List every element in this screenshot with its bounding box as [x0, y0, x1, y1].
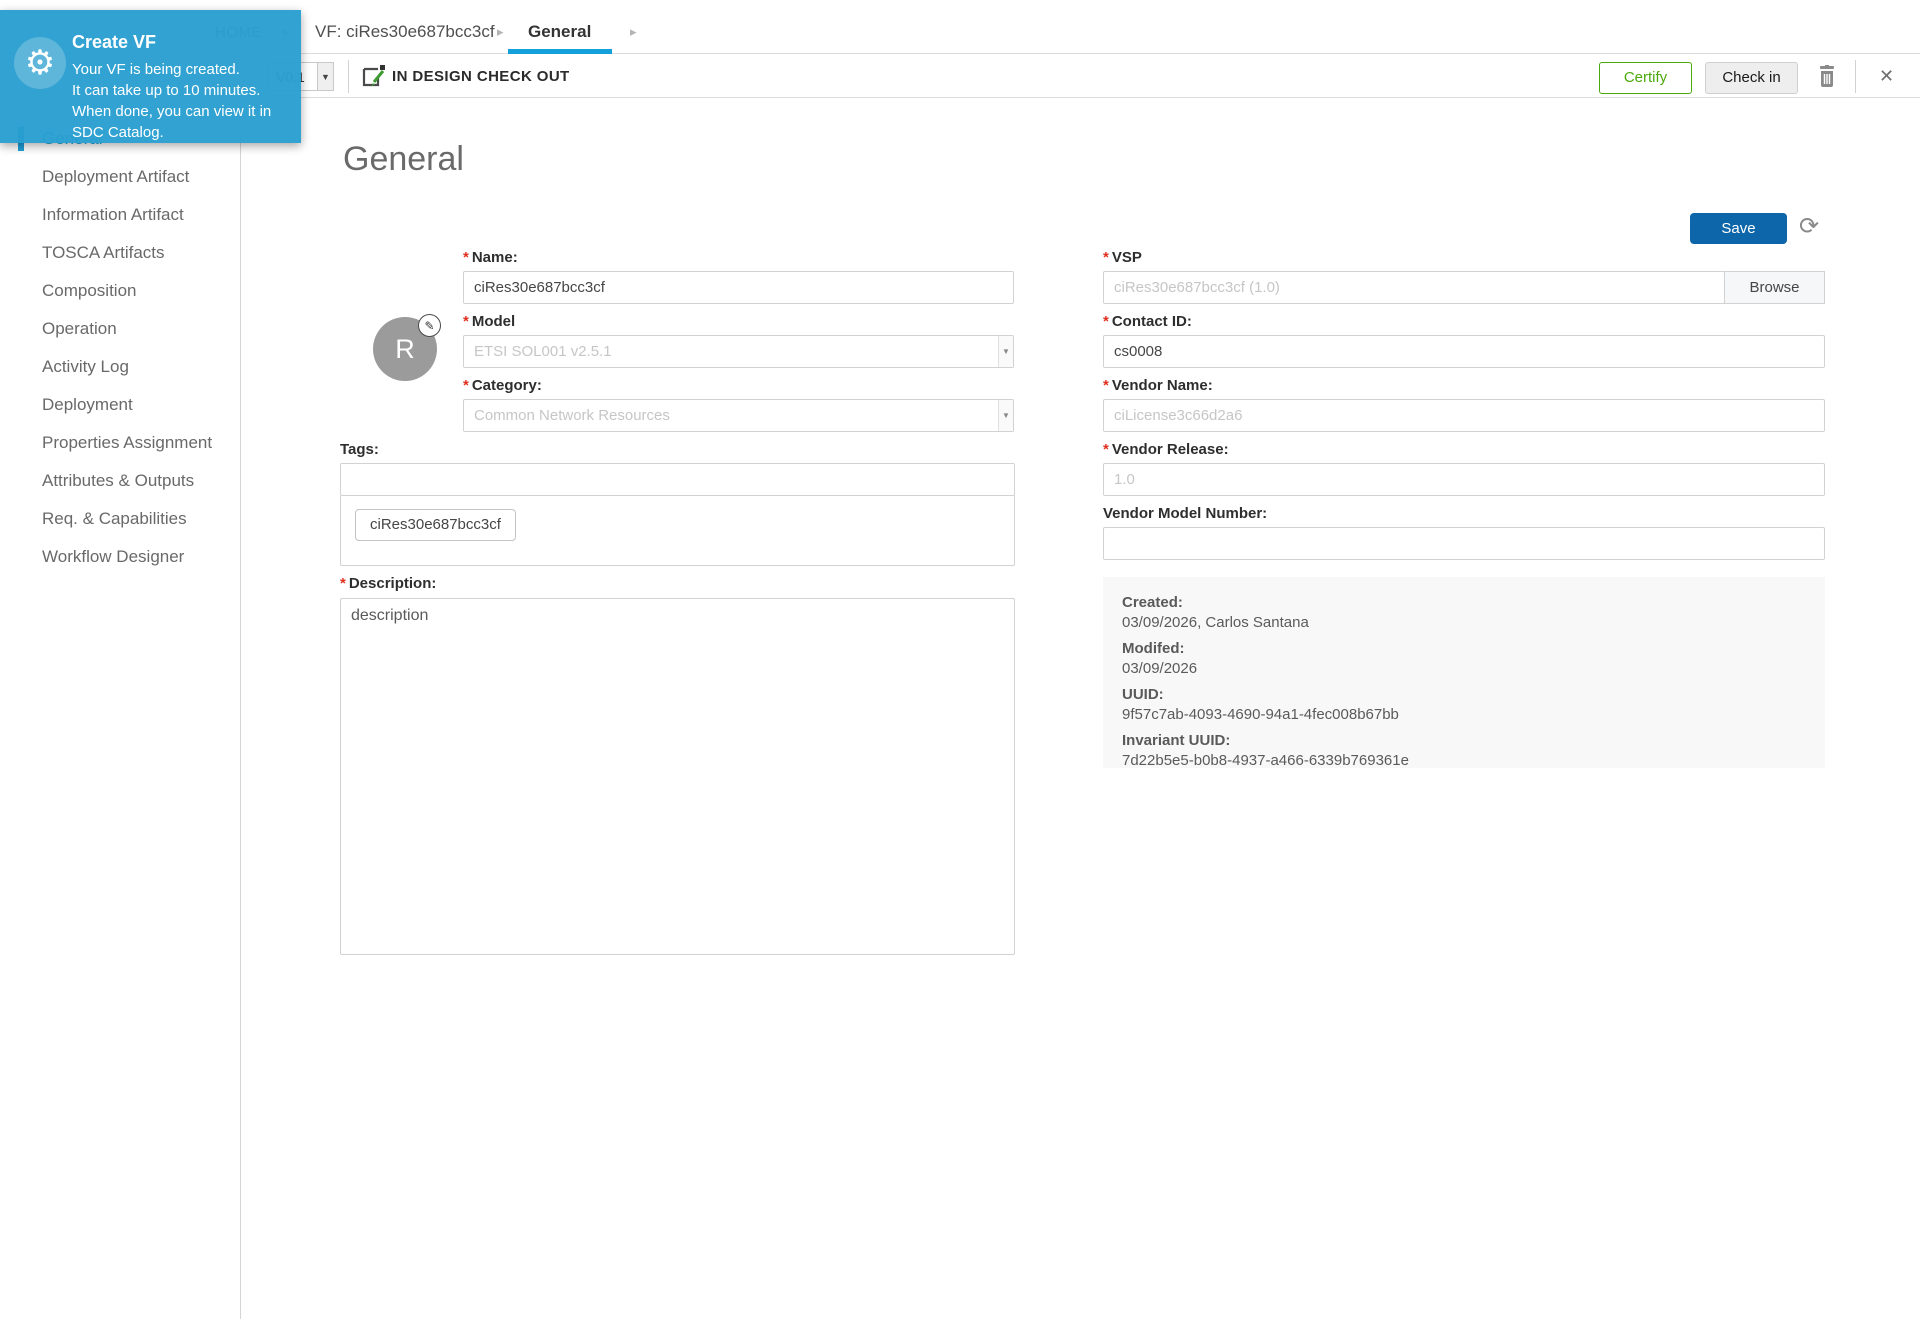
sidebar-item-properties-assignment[interactable]: Properties Assignment — [0, 424, 240, 462]
lifecycle-state-label: IN DESIGN CHECK OUT — [392, 68, 570, 85]
sidebar-item-req-capabilities[interactable]: Req. & Capabilities — [0, 500, 240, 538]
sidebar-item-deployment[interactable]: Deployment — [0, 386, 240, 424]
tags-input[interactable] — [340, 463, 1015, 496]
tab-vf[interactable]: VF: ciRes30e687bcc3cf — [315, 22, 495, 42]
vendor-name-label: *Vendor Name: — [1103, 377, 1213, 394]
checkout-state-icon — [360, 64, 387, 90]
sidebar-item-label: Operation — [42, 319, 117, 338]
chevron-down-icon: ▼ — [998, 336, 1013, 367]
breadcrumb-arrow-icon: ▸ — [497, 24, 504, 40]
sidebar-item-operation[interactable]: Operation — [0, 310, 240, 348]
refresh-icon[interactable]: ⟳ — [1799, 212, 1819, 241]
breadcrumb-arrow-icon: ▸ — [630, 24, 637, 40]
avatar: R ✎ — [373, 317, 437, 381]
modified-label: Modifed: — [1122, 640, 1825, 657]
toast-message-line: SDC Catalog. — [72, 122, 164, 143]
required-asterisk: * — [1103, 249, 1109, 266]
sidebar: General Deployment Artifact Information … — [0, 54, 241, 1319]
vendor-name-input[interactable] — [1103, 399, 1825, 432]
model-select[interactable]: ETSI SOL001 v2.5.1 ▼ — [463, 335, 1014, 368]
chevron-down-icon[interactable]: ▼ — [317, 63, 333, 90]
sidebar-item-label: Req. & Capabilities — [42, 509, 187, 528]
required-asterisk: * — [463, 313, 469, 330]
sidebar-item-label: Workflow Designer — [42, 547, 184, 566]
vendor-release-input[interactable] — [1103, 463, 1825, 496]
sidebar-item-label: Composition — [42, 281, 137, 300]
tags-label: Tags: — [340, 441, 379, 458]
tab-general[interactable]: General — [528, 22, 591, 42]
required-asterisk: * — [1103, 441, 1109, 458]
invariant-uuid-value: 7d22b5e5-b0b8-4937-a466-6339b769361e — [1122, 752, 1825, 769]
save-button[interactable]: Save — [1690, 213, 1787, 244]
name-label: *Name: — [463, 249, 518, 266]
contact-id-label: *Contact ID: — [1103, 313, 1192, 330]
toolbar-divider — [348, 60, 349, 93]
vendor-release-label: *Vendor Release: — [1103, 441, 1229, 458]
active-tab-underline — [508, 49, 612, 54]
sidebar-item-label: Information Artifact — [42, 205, 184, 224]
model-label: *Model — [463, 313, 515, 330]
create-vf-toast[interactable]: ⚙ Create VF Your VF is being created. It… — [0, 10, 301, 143]
contact-id-input[interactable] — [1103, 335, 1825, 368]
created-value: 03/09/2026, Carlos Santana — [1122, 614, 1825, 631]
required-asterisk: * — [463, 377, 469, 394]
certify-button[interactable]: Certify — [1599, 62, 1692, 94]
name-input[interactable] — [463, 271, 1014, 304]
toast-title: Create VF — [72, 32, 156, 53]
modified-value: 03/09/2026 — [1122, 660, 1825, 677]
sidebar-item-tosca-artifacts[interactable]: TOSCA Artifacts — [0, 234, 240, 272]
required-asterisk: * — [1103, 377, 1109, 394]
invariant-uuid-label: Invariant UUID: — [1122, 732, 1825, 749]
chevron-down-icon: ▼ — [998, 400, 1013, 431]
sidebar-item-deployment-artifact[interactable]: Deployment Artifact — [0, 158, 240, 196]
toast-message-line: Your VF is being created. — [72, 59, 240, 80]
avatar-edit-icon[interactable]: ✎ — [418, 314, 441, 337]
tag-chip[interactable]: ciRes30e687bcc3cf — [355, 509, 516, 541]
required-asterisk: * — [463, 249, 469, 266]
uuid-label: UUID: — [1122, 686, 1825, 703]
sidebar-item-label: Deployment — [42, 395, 133, 414]
trash-icon[interactable] — [1817, 65, 1837, 88]
uuid-value: 9f57c7ab-4093-4690-94a1-4fec008b67bb — [1122, 706, 1825, 723]
description-label: *Description: — [340, 575, 436, 592]
gear-icon: ⚙ — [14, 37, 66, 89]
sidebar-item-workflow-designer[interactable]: Workflow Designer — [0, 538, 240, 576]
vendor-model-number-input[interactable] — [1103, 527, 1825, 560]
sidebar-item-activity-log[interactable]: Activity Log — [0, 348, 240, 386]
sidebar-item-information-artifact[interactable]: Information Artifact — [0, 196, 240, 234]
avatar-letter: R — [395, 334, 415, 365]
required-asterisk: * — [340, 575, 346, 592]
sidebar-item-label: Deployment Artifact — [42, 167, 189, 186]
close-icon[interactable]: ✕ — [1879, 66, 1894, 87]
sidebar-item-attributes-outputs[interactable]: Attributes & Outputs — [0, 462, 240, 500]
vsp-input[interactable] — [1103, 271, 1725, 304]
tags-list: ciRes30e687bcc3cf — [340, 495, 1015, 566]
vsp-label: *VSP — [1103, 249, 1142, 266]
browse-button[interactable]: Browse — [1724, 271, 1825, 304]
sidebar-item-composition[interactable]: Composition — [0, 272, 240, 310]
required-asterisk: * — [1103, 313, 1109, 330]
category-label: *Category: — [463, 377, 542, 394]
sdc-app: SDC v1.16.0-SNAPSHOT ciRes30e687bcc3cf H… — [0, 0, 1920, 1319]
sidebar-item-label: Attributes & Outputs — [42, 471, 194, 490]
toast-message-line: When done, you can view it in — [72, 101, 271, 122]
page-title: General — [343, 140, 464, 179]
sidebar-item-label: TOSCA Artifacts — [42, 243, 165, 262]
toast-message-line: It can take up to 10 minutes. — [72, 80, 260, 101]
vendor-model-number-label: Vendor Model Number: — [1103, 505, 1267, 522]
category-value: Common Network Resources — [464, 407, 998, 424]
meta-info-panel: Created: 03/09/2026, Carlos Santana Modi… — [1103, 577, 1825, 768]
checkin-button[interactable]: Check in — [1705, 62, 1798, 94]
model-value: ETSI SOL001 v2.5.1 — [464, 343, 998, 360]
sidebar-item-label: Activity Log — [42, 357, 129, 376]
created-label: Created: — [1122, 594, 1825, 611]
description-textarea[interactable]: description — [340, 598, 1015, 955]
sidebar-item-label: Properties Assignment — [42, 433, 212, 452]
category-select[interactable]: Common Network Resources ▼ — [463, 399, 1014, 432]
toolbar-divider — [1855, 60, 1856, 93]
